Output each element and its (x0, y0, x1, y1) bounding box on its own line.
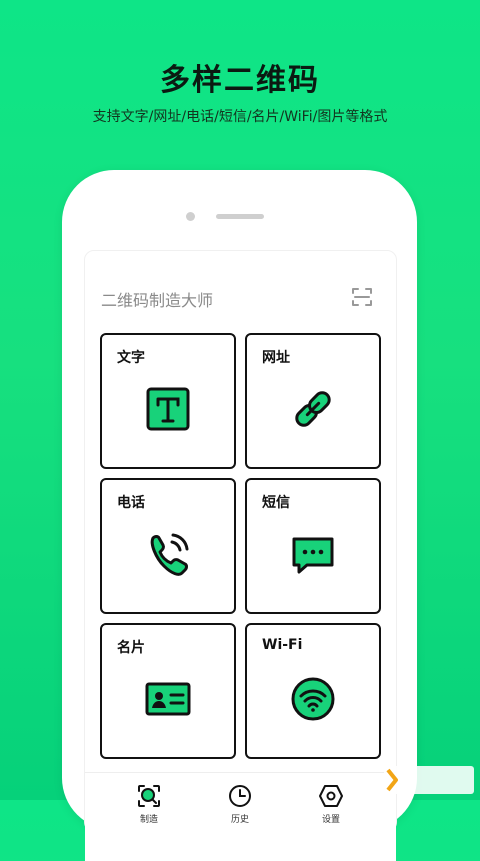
card-sms[interactable]: 短信 (245, 478, 381, 614)
card-label: 短信 (262, 495, 290, 511)
settings-icon (319, 785, 343, 807)
card-wifi[interactable]: Wi-Fi (245, 623, 381, 759)
hero-subtitle: 支持文字/网址/电话/短信/名片/WiFi/图片等格式 (92, 109, 388, 125)
message-icon (292, 537, 334, 574)
scan-icon[interactable] (350, 285, 374, 309)
hero-title: 多样二维码 (160, 63, 320, 98)
scan-search-icon (138, 785, 160, 807)
contact-card-icon (145, 682, 191, 716)
phone-camera (186, 212, 195, 221)
app-screen: 二维码制造大师 文字 网址 电话 短信 名片 Wi-Fi 制造 历史 设置 (84, 250, 397, 861)
watermark-logo-icon (386, 768, 398, 792)
watermark (384, 766, 474, 794)
text-icon (146, 387, 190, 431)
card-label: 名片 (117, 640, 145, 656)
tab-label: 历史 (230, 815, 249, 825)
app-title: 二维码制造大师 (101, 291, 214, 310)
clock-icon (229, 785, 251, 807)
card-label: 电话 (117, 495, 145, 511)
tab-settings[interactable]: 设置 (301, 783, 361, 825)
card-label: 文字 (117, 350, 145, 366)
card-phone[interactable]: 电话 (100, 478, 236, 614)
link-icon (295, 391, 331, 427)
tab-label: 设置 (321, 815, 340, 825)
card-business-card[interactable]: 名片 (100, 623, 236, 759)
card-url[interactable]: 网址 (245, 333, 381, 469)
tab-history[interactable]: 历史 (210, 783, 270, 825)
tab-create[interactable]: 制造 (119, 783, 179, 825)
phone-mockup: 二维码制造大师 文字 网址 电话 短信 名片 Wi-Fi 制造 历史 设置 (62, 170, 417, 861)
phone-icon (150, 533, 189, 576)
wifi-icon (291, 677, 335, 721)
phone-speaker (216, 214, 264, 219)
card-label: Wi-Fi (262, 637, 303, 653)
tab-label: 制造 (139, 815, 158, 825)
bottom-tab-bar: 制造 历史 设置 (85, 772, 396, 861)
card-label: 网址 (262, 350, 290, 366)
card-text[interactable]: 文字 (100, 333, 236, 469)
